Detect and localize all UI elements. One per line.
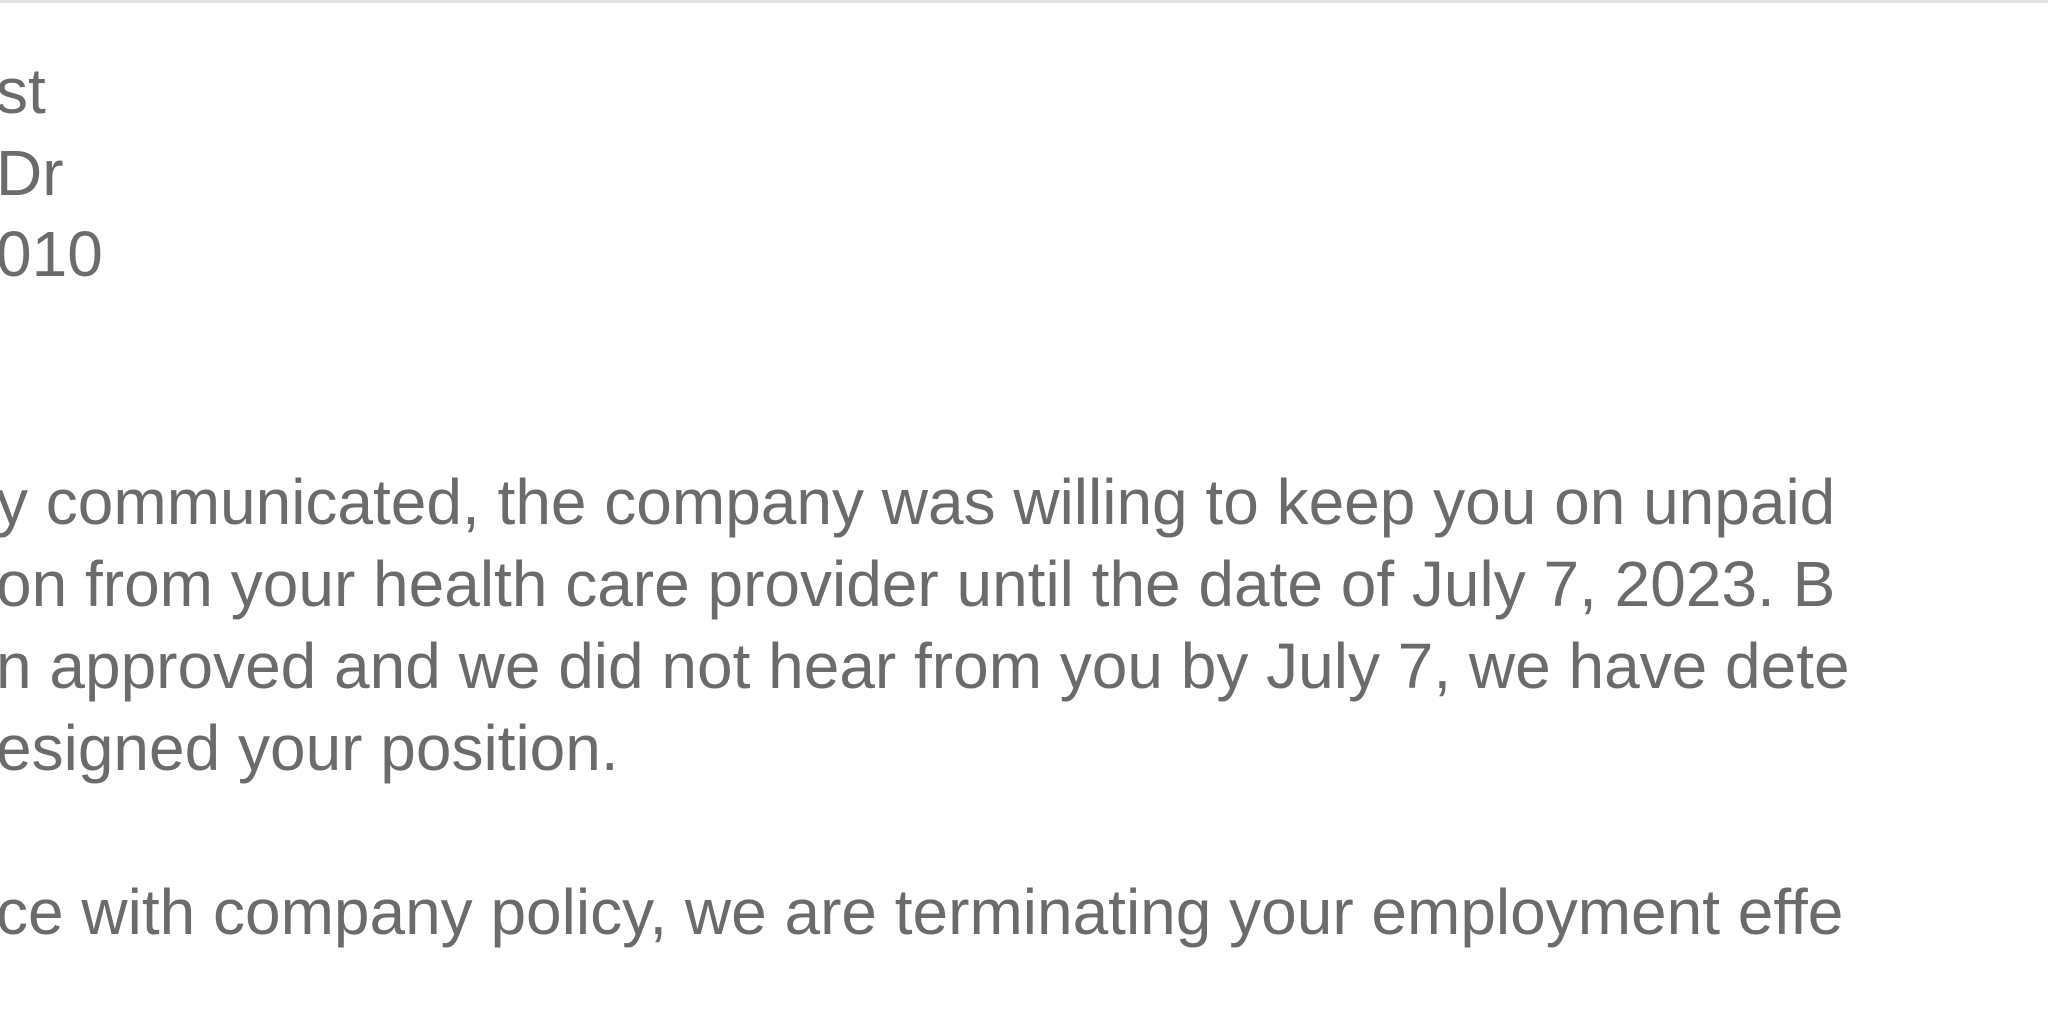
address-line-2: Dr (0, 137, 64, 209)
address-line-3: 010 (0, 218, 103, 290)
page-top-border (0, 0, 2048, 3)
paragraph-2-line-1: ce with company policy, we are terminati… (0, 876, 1844, 948)
paragraph-1-line-4: esigned your position. (0, 712, 619, 784)
paragraph-1-line-3: n approved and we did not hear from you … (0, 630, 1850, 702)
address-line-1: st (0, 55, 46, 127)
paragraph-1-line-2: on from your health care provider until … (0, 548, 1836, 620)
paragraph-1-line-1: y communicated, the company was willing … (0, 466, 1836, 538)
